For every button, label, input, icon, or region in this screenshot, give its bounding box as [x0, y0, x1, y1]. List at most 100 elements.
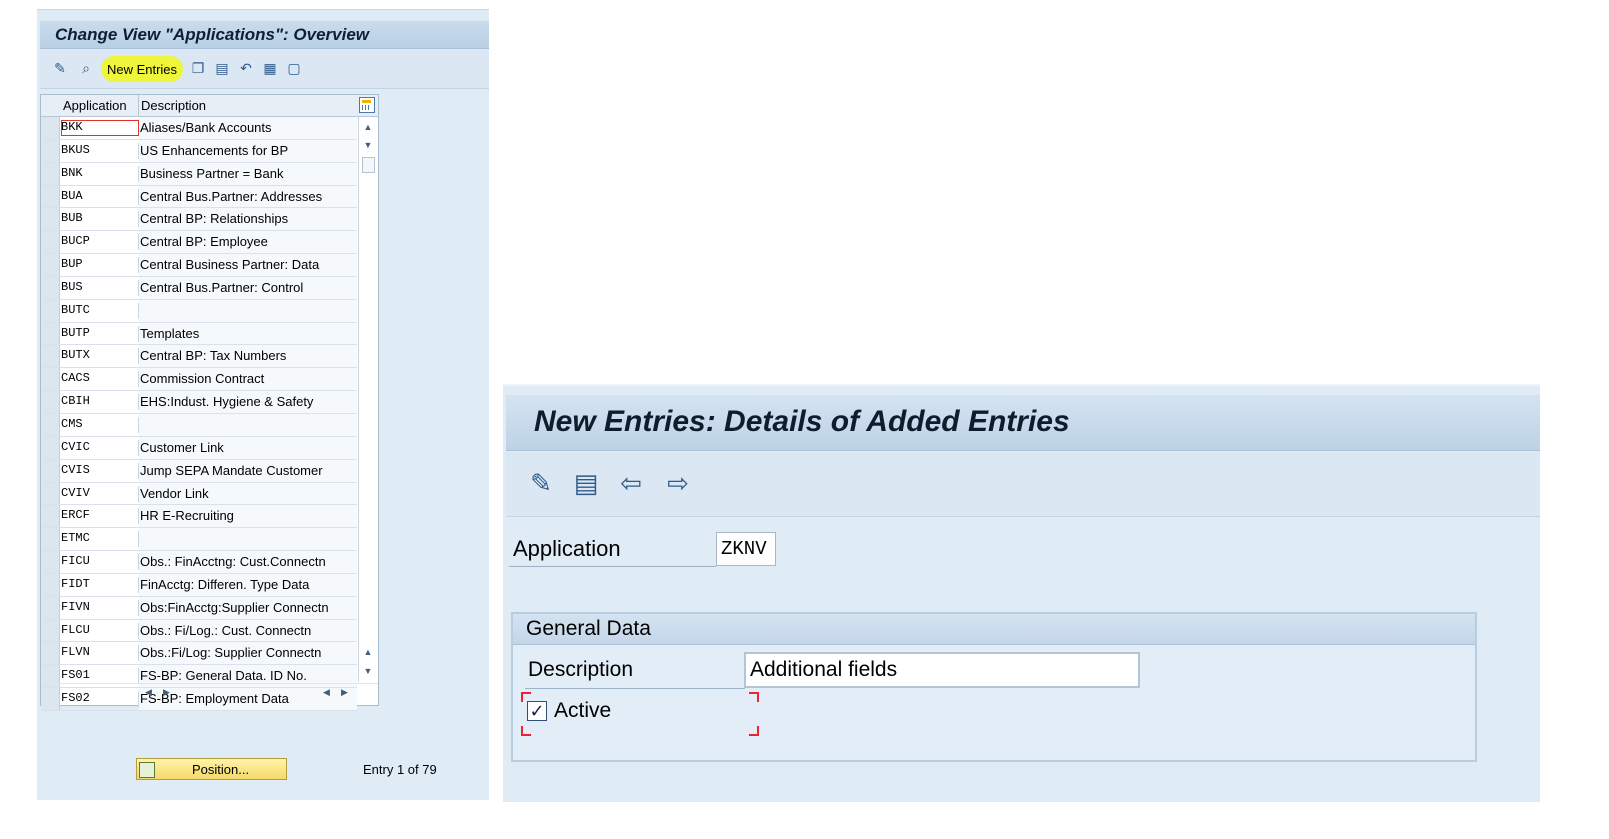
application-cell[interactable]: BUTC — [61, 302, 139, 319]
application-cell[interactable]: BKUS — [61, 142, 139, 159]
description-cell[interactable]: EHS:Indust. Hygiene & Safety — [140, 394, 356, 409]
display-change-icon[interactable]: ✎ — [52, 60, 68, 76]
scroll-thumb[interactable] — [362, 157, 375, 173]
active-checkbox[interactable]: ✓ — [527, 701, 547, 721]
row-selector[interactable] — [41, 573, 60, 596]
description-cell[interactable]: Central Bus.Partner: Control — [140, 280, 356, 295]
row-selector[interactable] — [41, 368, 60, 391]
row-selector[interactable] — [41, 322, 60, 345]
scroll-right-icon[interactable]: ▶ — [163, 687, 170, 698]
application-cell[interactable]: FICU — [61, 554, 139, 571]
scroll-up-icon[interactable]: ▲ — [362, 121, 374, 133]
application-cell[interactable]: CMS — [61, 416, 139, 433]
table-row[interactable]: FIVN Obs:FinAcctg:Supplier Connectn — [41, 596, 357, 620]
copy-icon[interactable]: ❐ — [190, 60, 206, 76]
next-entry-icon[interactable]: ⇨ — [663, 468, 693, 498]
application-cell[interactable]: BUS — [61, 279, 139, 296]
application-cell[interactable]: CBIH — [61, 394, 139, 411]
description-cell[interactable]: Business Partner = Bank — [140, 166, 356, 181]
scroll-left-icon[interactable]: ◀ — [145, 687, 152, 698]
table-row[interactable]: BKUS US Enhancements for BP — [41, 139, 357, 163]
description-cell[interactable]: Vendor Link — [140, 486, 356, 501]
description-cell[interactable]: Central BP: Tax Numbers — [140, 348, 356, 363]
row-selector[interactable] — [41, 254, 60, 276]
row-selector[interactable] — [41, 391, 60, 413]
previous-entry-icon[interactable]: ⇦ — [616, 468, 646, 498]
description-cell[interactable]: Obs.:Fi/Log: Supplier Connectn — [140, 645, 356, 660]
application-cell[interactable]: BUP — [61, 257, 139, 274]
table-row[interactable]: CBIH EHS:Indust. Hygiene & Safety — [41, 391, 357, 414]
scroll-right-icon[interactable]: ▶ — [341, 687, 348, 698]
description-cell[interactable]: Commission Contract — [140, 371, 356, 386]
table-row[interactable]: BUCP Central BP: Employee — [41, 231, 357, 255]
application-field[interactable]: ZKNV — [716, 532, 776, 566]
table-row[interactable]: FLVN Obs.:Fi/Log: Supplier Connectn — [41, 642, 357, 666]
vertical-scrollbar[interactable]: ▲ ▼ ▲ ▼ — [358, 117, 378, 682]
delete-icon[interactable]: ▤ — [214, 60, 230, 76]
row-selector[interactable] — [41, 505, 60, 528]
application-cell[interactable]: CVIV — [61, 485, 139, 502]
table-row[interactable]: BUB Central BP: Relationships — [41, 208, 357, 232]
description-cell[interactable]: Customer Link — [140, 440, 356, 455]
application-cell[interactable]: FLVN — [61, 645, 139, 662]
undo-icon[interactable]: ↶ — [238, 60, 254, 76]
row-selector[interactable] — [41, 619, 60, 642]
description-cell[interactable]: HR E-Recruiting — [140, 508, 356, 523]
application-cell[interactable]: BUCP — [61, 234, 139, 251]
scroll-down-icon[interactable]: ▼ — [362, 139, 374, 151]
row-selector[interactable] — [41, 139, 60, 162]
application-cell[interactable]: BUTP — [61, 325, 139, 342]
table-row[interactable]: FIDT FinAcctg: Differen. Type Data — [41, 573, 357, 597]
row-selector[interactable] — [41, 345, 60, 368]
table-row[interactable]: FICU Obs.: FinAcctng: Cust.Connectn — [41, 551, 357, 574]
scroll-left-icon[interactable]: ◀ — [323, 687, 330, 698]
application-cell[interactable]: FIDT — [61, 576, 139, 593]
application-cell[interactable]: FLCU — [61, 622, 139, 639]
application-cell[interactable]: ETMC — [61, 531, 139, 548]
description-cell[interactable]: Obs:FinAcctg:Supplier Connectn — [140, 600, 356, 615]
delete-icon[interactable]: ▤ — [571, 468, 601, 498]
application-cell[interactable]: FIVN — [61, 599, 139, 616]
application-cell[interactable]: BUTX — [61, 348, 139, 365]
table-row[interactable]: CVIV Vendor Link — [41, 482, 357, 506]
deselect-icon[interactable]: ▢ — [286, 60, 302, 76]
table-row[interactable]: BUTP Templates — [41, 322, 357, 346]
table-row[interactable]: ETMC — [41, 528, 357, 552]
application-cell[interactable]: CACS — [61, 371, 139, 388]
row-selector[interactable] — [41, 299, 60, 322]
description-cell[interactable]: Central BP: Relationships — [140, 211, 356, 226]
application-cell[interactable]: BNK — [61, 165, 139, 182]
table-row[interactable]: BNK Business Partner = Bank — [41, 162, 357, 186]
application-cell[interactable]: FS01 — [61, 668, 139, 685]
row-selector[interactable] — [41, 413, 60, 436]
new-entries-button[interactable]: New Entries — [101, 56, 183, 82]
application-cell[interactable]: CVIS — [61, 462, 139, 479]
table-row[interactable]: ERCF HR E-Recruiting — [41, 505, 357, 529]
row-selector[interactable] — [41, 551, 60, 573]
row-selector[interactable] — [41, 162, 60, 185]
row-selector[interactable] — [41, 185, 60, 208]
select-all-icon[interactable]: ▦ — [262, 60, 278, 76]
row-selector[interactable] — [41, 117, 60, 139]
description-cell[interactable]: US Enhancements for BP — [140, 143, 356, 158]
table-row[interactable]: BUS Central Bus.Partner: Control — [41, 276, 357, 300]
description-input[interactable] — [744, 652, 1140, 688]
horizontal-scrollbar[interactable]: ◀ ▶ ◀ ▶ — [41, 683, 378, 704]
application-cell[interactable]: ERCF — [61, 508, 139, 525]
table-settings-icon[interactable] — [359, 97, 375, 113]
table-row[interactable]: CACS Commission Contract — [41, 368, 357, 392]
description-cell[interactable]: Obs.: Fi/Log.: Cust. Connectn — [140, 623, 356, 638]
display-change-icon[interactable]: ✎ — [526, 468, 556, 498]
row-selector[interactable] — [41, 231, 60, 254]
column-header-description[interactable]: Description — [141, 98, 206, 113]
description-cell[interactable]: Central BP: Employee — [140, 234, 356, 249]
description-cell[interactable]: FinAcctg: Differen. Type Data — [140, 577, 356, 592]
row-selector[interactable] — [41, 459, 60, 482]
scroll-page-down-icon[interactable]: ▼ — [362, 665, 374, 677]
table-row[interactable]: BUA Central Bus.Partner: Addresses — [41, 185, 357, 209]
table-row[interactable]: FLCU Obs.: Fi/Log.: Cust. Connectn — [41, 619, 357, 643]
row-selector[interactable] — [41, 208, 60, 231]
row-selector[interactable] — [41, 436, 60, 459]
description-cell[interactable]: Obs.: FinAcctng: Cust.Connectn — [140, 554, 356, 569]
application-cell[interactable]: BUB — [61, 211, 139, 228]
